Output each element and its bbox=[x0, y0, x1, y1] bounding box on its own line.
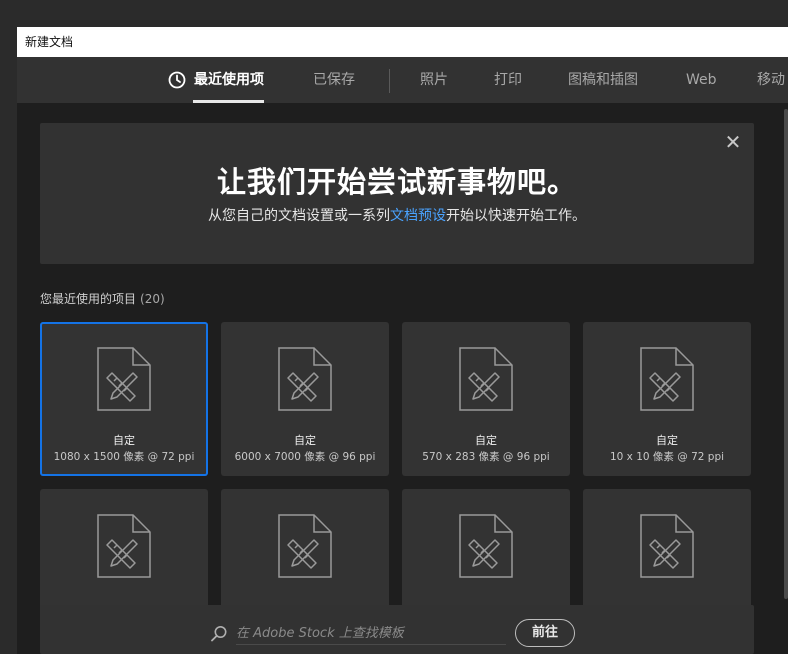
recent-document-card[interactable]: 自定 1080 x 1500 像素 @ 72 ppi bbox=[40, 322, 208, 476]
tab-label: Web bbox=[686, 72, 717, 88]
tab-art-illustration[interactable]: 图稿和插图 bbox=[568, 57, 638, 103]
document-presets-link[interactable]: 文档预设 bbox=[390, 208, 446, 224]
tab-mobile[interactable]: 移动 bbox=[757, 57, 785, 103]
recent-items-label: 您最近使用的项目 bbox=[40, 292, 137, 306]
tab-bar: 最近使用项 已保存 照片 打印 图稿和插图 Web 移动 bbox=[17, 57, 788, 103]
hero-subtitle: 从您自己的文档设置或一系列文档预设开始以快速开始工作。 bbox=[40, 205, 754, 225]
hero-subtitle-text: 从您自己的文档设置或一系列 bbox=[208, 208, 390, 224]
background-strip-left bbox=[0, 27, 17, 654]
document-icon bbox=[278, 347, 332, 411]
card-title: 自定 bbox=[113, 434, 135, 447]
document-icon bbox=[640, 347, 694, 411]
document-icon bbox=[459, 514, 513, 578]
document-icon bbox=[97, 514, 151, 578]
hero-title: 让我们开始尝试新事物吧。 bbox=[216, 165, 577, 199]
scrollbar[interactable] bbox=[784, 109, 788, 599]
welcome-banner: ✕ 让我们开始尝试新事物吧。 从您自己的文档设置或一系列文档预设开始以快速开始工… bbox=[40, 123, 754, 264]
search-icon bbox=[211, 626, 227, 642]
tab-photo[interactable]: 照片 bbox=[420, 57, 448, 103]
card-dimensions: 1080 x 1500 像素 @ 72 ppi bbox=[53, 451, 195, 463]
recent-items-heading: 您最近使用的项目 (20) bbox=[40, 290, 165, 307]
tab-divider bbox=[389, 69, 390, 93]
tab-label: 图稿和插图 bbox=[568, 72, 638, 88]
card-dimensions: 6000 x 7000 像素 @ 96 ppi bbox=[234, 451, 376, 463]
tab-label: 最近使用项 bbox=[194, 72, 264, 88]
document-icon bbox=[640, 514, 694, 578]
stock-search-input[interactable] bbox=[236, 622, 506, 645]
tab-label: 已保存 bbox=[313, 72, 355, 88]
card-dimensions: 570 x 283 像素 @ 96 ppi bbox=[422, 451, 550, 463]
tab-print[interactable]: 打印 bbox=[494, 57, 522, 103]
document-icon bbox=[97, 347, 151, 411]
document-icon bbox=[459, 347, 513, 411]
hero-subtitle-text: 开始以快速开始工作。 bbox=[446, 208, 586, 224]
close-icon[interactable]: ✕ bbox=[724, 132, 742, 152]
go-button[interactable]: 前往 bbox=[515, 619, 575, 647]
recent-document-card[interactable]: 自定 6000 x 7000 像素 @ 96 ppi bbox=[221, 322, 389, 476]
card-title: 自定 bbox=[294, 434, 316, 447]
stock-search-bar: 前往 bbox=[40, 605, 754, 654]
tab-label: 打印 bbox=[494, 72, 522, 88]
tab-recent[interactable]: 最近使用项 bbox=[168, 57, 264, 103]
tab-web[interactable]: Web bbox=[686, 57, 717, 103]
window-title: 新建文档 bbox=[25, 35, 74, 49]
clock-icon bbox=[168, 71, 186, 89]
document-icon bbox=[278, 514, 332, 578]
window-titlebar: 新建文档 bbox=[17, 27, 788, 57]
recent-document-card[interactable]: 自定 570 x 283 像素 @ 96 ppi bbox=[402, 322, 570, 476]
tab-label: 照片 bbox=[420, 72, 448, 88]
tab-saved[interactable]: 已保存 bbox=[313, 57, 355, 103]
recent-items-count: (20) bbox=[140, 292, 165, 306]
card-title: 自定 bbox=[656, 434, 678, 447]
card-dimensions: 10 x 10 像素 @ 72 ppi bbox=[609, 451, 725, 463]
content-panel: ✕ 让我们开始尝试新事物吧。 从您自己的文档设置或一系列文档预设开始以快速开始工… bbox=[17, 103, 788, 654]
background-strip bbox=[0, 0, 788, 27]
card-title: 自定 bbox=[475, 434, 497, 447]
recent-document-card[interactable]: 自定 10 x 10 像素 @ 72 ppi bbox=[583, 322, 751, 476]
tab-label: 移动 bbox=[757, 72, 785, 88]
